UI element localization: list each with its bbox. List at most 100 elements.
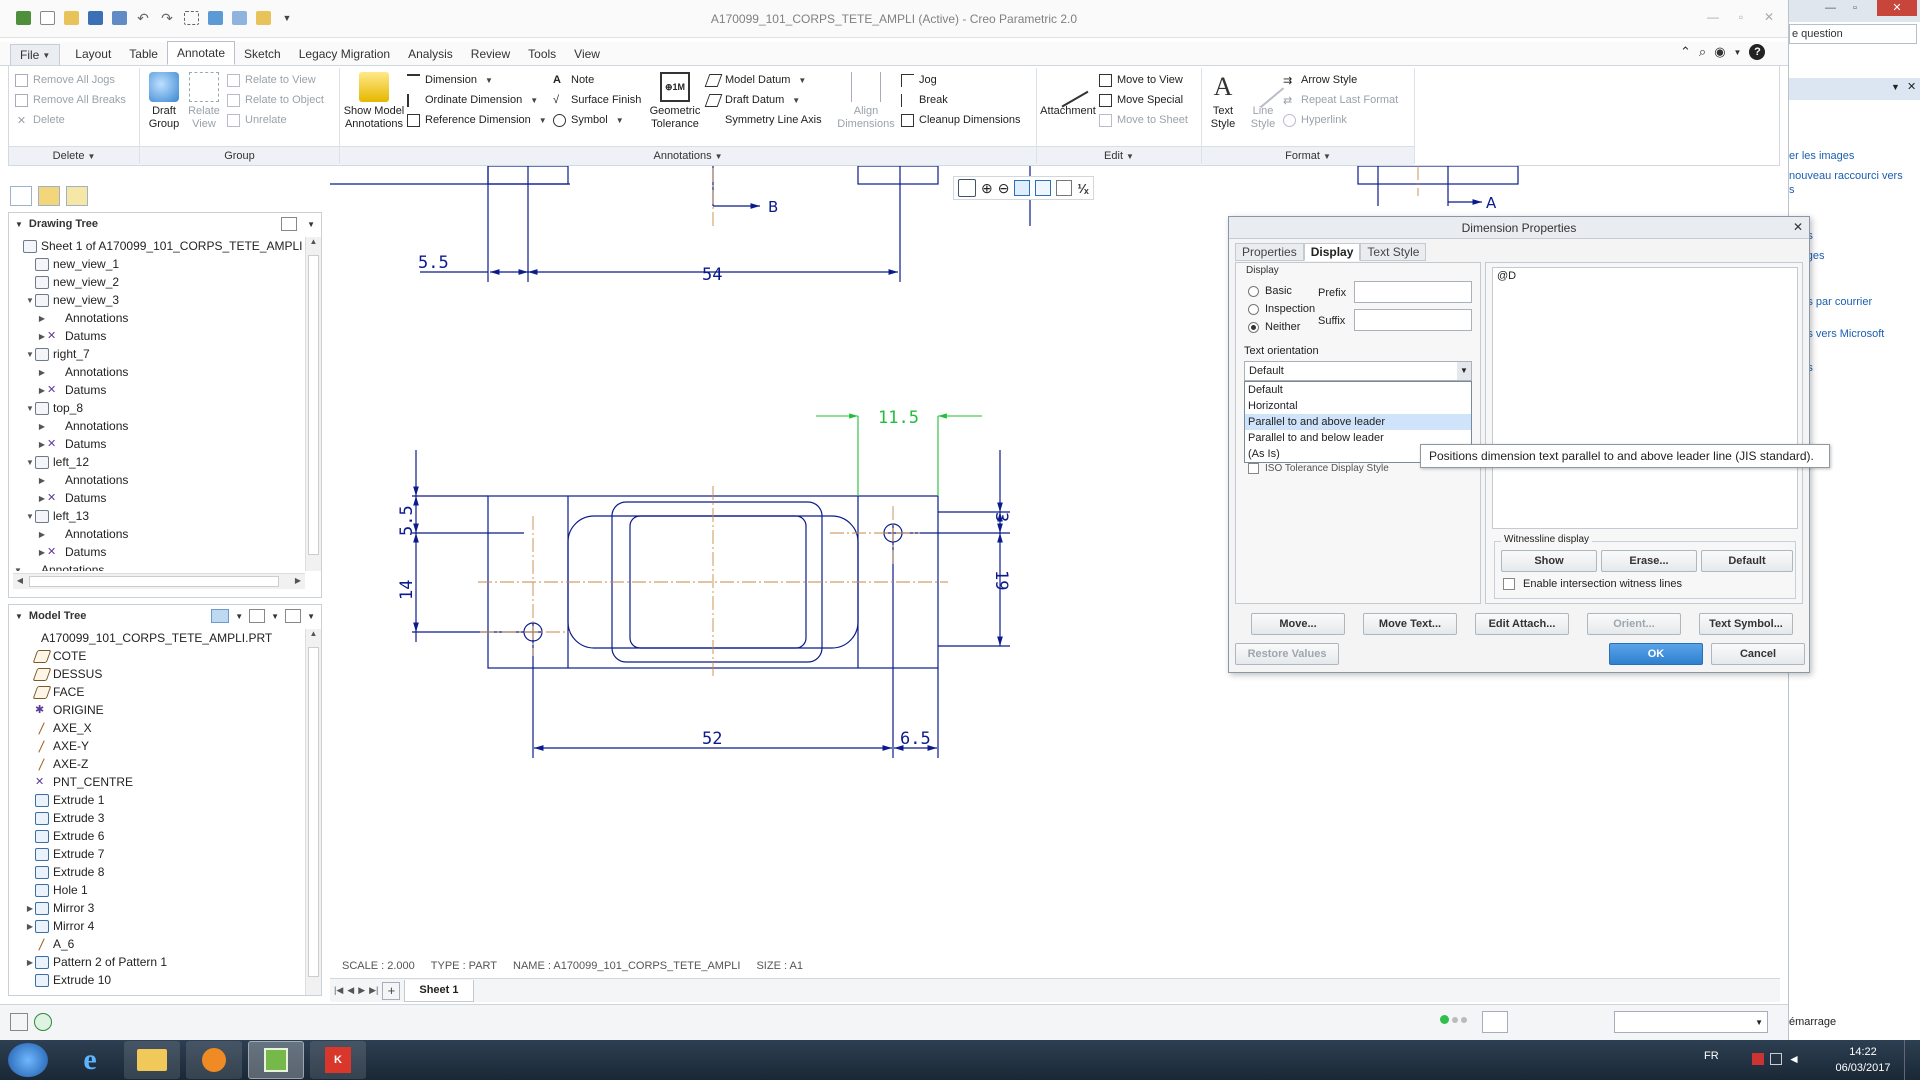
delete-button[interactable]: ✕ Delete [15, 110, 126, 130]
tab-tools[interactable]: Tools [519, 42, 565, 65]
display-style-icon[interactable] [1035, 180, 1052, 196]
collapse-icon[interactable]: ▼ [15, 220, 23, 229]
drawing-tree-item[interactable]: ▶ Annotations [13, 525, 303, 543]
close-icon[interactable]: ✕ [1877, 0, 1917, 16]
datum-display-icon[interactable] [1056, 180, 1073, 196]
move-text-button[interactable]: Move Text... [1363, 613, 1457, 635]
navigator-toggle-icon[interactable] [10, 1013, 28, 1031]
hscroll-thumb[interactable] [29, 576, 279, 587]
dim-5-5-left[interactable]: 5.5 [397, 505, 417, 536]
relate-to-object-button[interactable]: Relate to Object [227, 90, 324, 110]
close-icon[interactable]: ✕ [1793, 220, 1803, 234]
radio-basic[interactable]: Basic [1248, 285, 1292, 297]
model-filter-icon[interactable] [211, 609, 230, 623]
dimension-button[interactable]: Dimension ▼ [407, 70, 547, 90]
scroll-left-icon[interactable]: ◀ [13, 576, 27, 585]
get-started-link[interactable]: émarrage [1789, 1016, 1836, 1028]
text-style-button[interactable]: A Text Style [1205, 72, 1241, 131]
text-orientation-select[interactable]: Default ▼ [1244, 361, 1472, 381]
model-tree-item[interactable]: Extrude 6 [13, 827, 303, 845]
drawing-tree-item[interactable]: ▶ ✕ Datums [13, 543, 303, 561]
repeat-last-format-button[interactable]: ⇄ Repeat Last Format [1283, 90, 1398, 110]
favorites-icon[interactable] [66, 186, 88, 206]
orient-button[interactable]: Orient... [1587, 613, 1681, 635]
model-tree-item[interactable]: Extrude 7 [13, 845, 303, 863]
delete-group-footer[interactable]: Delete ▼ [9, 146, 139, 165]
show-button[interactable]: Show [1501, 550, 1597, 572]
collapse-icon[interactable]: ▼ [13, 566, 23, 572]
refit-icon[interactable] [958, 179, 976, 197]
tree-columns-icon[interactable] [285, 609, 302, 623]
draft-group-button[interactable]: Draft Group [143, 72, 185, 131]
drawing-tree-item[interactable]: ▼ right_7 [13, 345, 303, 363]
expand-icon[interactable]: ▶ [37, 476, 47, 485]
tab-file[interactable]: File ▼ [10, 44, 61, 65]
close-icon[interactable]: ✕ [1758, 10, 1780, 24]
hyperlink-button[interactable]: Hyperlink [1283, 110, 1398, 130]
annotations-group-footer[interactable]: Annotations ▼ [340, 146, 1036, 165]
format-group-footer[interactable]: Format ▼ [1202, 146, 1414, 165]
next-sheet-icon[interactable]: ▶ [358, 985, 365, 996]
expand-icon[interactable]: ▶ [37, 314, 47, 323]
iso-tolerance-checkbox[interactable]: ISO Tolerance Display Style [1248, 463, 1389, 474]
tab-table[interactable]: Table [120, 42, 167, 65]
creo-taskbar-icon[interactable] [248, 1041, 304, 1079]
scroll-right-icon[interactable]: ▶ [291, 576, 305, 585]
chevron-down-icon[interactable]: ▼ [271, 612, 279, 621]
move-special-button[interactable]: Move Special [1099, 90, 1188, 110]
volume-icon[interactable]: ◄ [1788, 1052, 1800, 1066]
drawing-tree-item[interactable]: new_view_2 [13, 273, 303, 291]
file-explorer-icon[interactable] [124, 1041, 180, 1079]
scroll-up-icon[interactable]: ▲ [306, 629, 321, 643]
default-button[interactable]: Default [1701, 550, 1793, 572]
scroll-thumb[interactable] [308, 255, 319, 555]
break-button[interactable]: Break [901, 90, 1021, 110]
radio-neither-button[interactable] [1248, 321, 1259, 333]
minimize-icon[interactable]: — [1825, 2, 1836, 14]
drawing-tree-item[interactable]: ▼ Annotations [13, 561, 303, 571]
add-sheet-icon[interactable]: + [382, 981, 401, 1000]
tab-layout[interactable]: Layout [66, 42, 120, 65]
dimension-text-area[interactable]: @D [1492, 267, 1798, 529]
drawing-tree-item[interactable]: ▶ Annotations [13, 309, 303, 327]
erase-button[interactable]: Erase... [1601, 550, 1697, 572]
model-tree-item[interactable]: A_6 [13, 935, 303, 953]
model-tree-item[interactable]: Extrude 8 [13, 863, 303, 881]
collapse-icon[interactable]: ▼ [25, 296, 35, 305]
community-icon[interactable]: ◉ [1714, 44, 1725, 60]
option-parallel-above[interactable]: Parallel to and above leader [1245, 414, 1471, 430]
suffix-input[interactable] [1354, 309, 1472, 331]
symmetry-line-axis-button[interactable]: Symmetry Line Axis [707, 110, 822, 130]
drawing-tree-item[interactable]: ▶ ✕ Datums [13, 489, 303, 507]
search-icon[interactable]: ⌕ [1699, 44, 1706, 60]
network-icon[interactable] [1770, 1053, 1782, 1065]
radio-neither[interactable]: Neither [1248, 321, 1300, 333]
chevron-down-icon[interactable]: ▼ [1734, 48, 1742, 57]
drawing-tree-item[interactable]: ▼ left_13 [13, 507, 303, 525]
reference-dimension-button[interactable]: Reference Dimension ▼ [407, 110, 547, 130]
label-a[interactable]: A [1486, 194, 1497, 212]
drawing-tree-item[interactable]: ▼ left_12 [13, 453, 303, 471]
restore-icon[interactable]: ▫ [1853, 2, 1857, 14]
model-tree-item[interactable]: ✕ PNT_CENTRE [13, 773, 303, 791]
unrelate-button[interactable]: Unrelate [227, 110, 324, 130]
remove-all-jogs-button[interactable]: Remove All Jogs [15, 70, 126, 90]
dim-6-5[interactable]: 6.5 [900, 729, 931, 749]
tab-analysis[interactable]: Analysis [399, 42, 462, 65]
first-sheet-icon[interactable]: |◀ [334, 985, 343, 996]
dim-14[interactable]: 14 [397, 580, 417, 600]
model-tree-item[interactable]: DESSUS [13, 665, 303, 683]
help-link-1[interactable]: er les images [1789, 150, 1854, 162]
show-model-annotations-button[interactable]: Show Model Annotations [343, 72, 405, 131]
radio-inspection[interactable]: Inspection [1248, 303, 1315, 315]
ask-question-input[interactable]: e question [1789, 24, 1917, 44]
expand-icon[interactable]: ▶ [25, 958, 35, 967]
chevron-down-icon[interactable]: ▼ [307, 220, 315, 229]
start-button-icon[interactable] [8, 1043, 48, 1077]
tab-text-style[interactable]: Text Style [1360, 243, 1427, 261]
zoom-out-icon[interactable]: ⊖ [998, 180, 1010, 197]
clock[interactable]: 14:22 06/03/2017 [1828, 1044, 1898, 1076]
tab-sketch[interactable]: Sketch [235, 42, 290, 65]
remove-all-breaks-button[interactable]: Remove All Breaks [15, 90, 126, 110]
pdf-reader-icon[interactable]: K [310, 1041, 366, 1079]
